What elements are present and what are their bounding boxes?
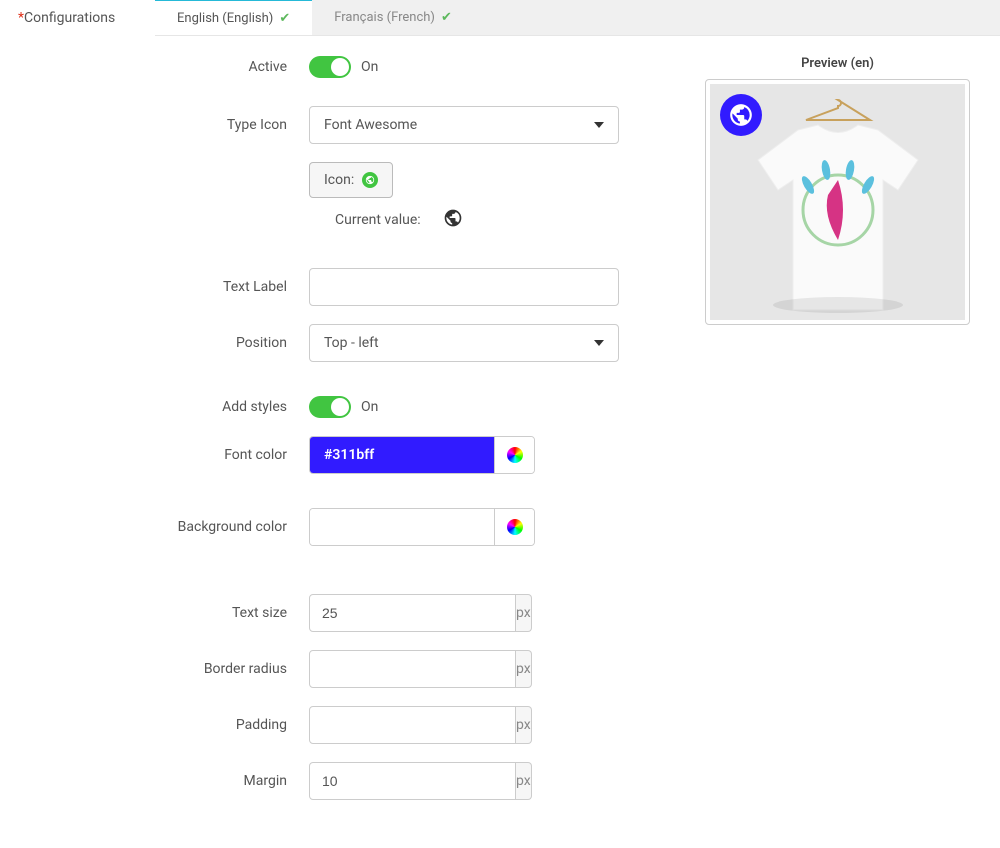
unit-px: px bbox=[516, 650, 532, 688]
add-styles-toggle[interactable] bbox=[309, 396, 351, 418]
check-icon: ✔ bbox=[441, 10, 452, 25]
padding-input[interactable] bbox=[309, 706, 516, 744]
current-value-label: Current value: bbox=[335, 212, 421, 228]
text-size-input[interactable] bbox=[309, 594, 516, 632]
language-tabs: English (English) ✔ Français (French) ✔ bbox=[155, 0, 1000, 36]
tab-label: Français (French) bbox=[334, 10, 435, 25]
font-color-swatch[interactable]: #311bff bbox=[310, 437, 494, 473]
margin-label: Margin bbox=[155, 773, 309, 789]
type-icon-label: Type Icon bbox=[155, 117, 309, 133]
text-label-label: Text Label bbox=[155, 279, 309, 295]
color-wheel-icon bbox=[507, 519, 523, 535]
left-sidebar: *Configurations bbox=[0, 0, 155, 848]
font-color-picker-button[interactable] bbox=[494, 437, 534, 473]
font-color-value: #311bff bbox=[324, 447, 374, 463]
chevron-down-icon bbox=[594, 122, 604, 128]
border-radius-input[interactable] bbox=[309, 650, 516, 688]
hanger-icon bbox=[798, 98, 878, 122]
padding-label: Padding bbox=[155, 717, 309, 733]
unit-px: px bbox=[516, 594, 532, 632]
unit-px: px bbox=[516, 762, 532, 800]
add-styles-state: On bbox=[361, 399, 378, 415]
background-color-label: Background color bbox=[155, 519, 309, 535]
position-label: Position bbox=[155, 335, 309, 351]
icon-picker-button[interactable]: Icon: bbox=[309, 162, 393, 198]
tab-french[interactable]: Français (French) ✔ bbox=[312, 0, 474, 35]
active-label: Active bbox=[155, 59, 309, 75]
chevron-down-icon bbox=[594, 340, 604, 346]
active-state: On bbox=[361, 59, 378, 75]
color-wheel-icon bbox=[507, 447, 523, 463]
bg-color-picker-button[interactable] bbox=[494, 509, 534, 545]
unit-px: px bbox=[516, 706, 532, 744]
sidebar-title: Configurations bbox=[24, 10, 115, 26]
icon-button-label: Icon: bbox=[324, 172, 354, 188]
preview-box bbox=[705, 79, 970, 325]
globe-icon bbox=[443, 208, 463, 232]
tab-english[interactable]: English (English) ✔ bbox=[155, 0, 312, 35]
type-icon-value: Font Awesome bbox=[324, 117, 417, 133]
tshirt-icon bbox=[748, 120, 928, 320]
position-value: Top - left bbox=[324, 335, 379, 351]
text-label-input[interactable] bbox=[309, 268, 619, 306]
margin-input[interactable] bbox=[309, 762, 516, 800]
tab-label: English (English) bbox=[177, 11, 273, 26]
globe-icon bbox=[362, 172, 378, 188]
preview-title: Preview (en) bbox=[705, 56, 970, 71]
text-size-label: Text size bbox=[155, 605, 309, 621]
border-radius-label: Border radius bbox=[155, 661, 309, 677]
add-styles-label: Add styles bbox=[155, 399, 309, 415]
type-icon-select[interactable]: Font Awesome bbox=[309, 106, 619, 144]
font-color-label: Font color bbox=[155, 447, 309, 463]
active-toggle[interactable] bbox=[309, 56, 351, 78]
bg-color-swatch[interactable] bbox=[310, 509, 494, 545]
check-icon: ✔ bbox=[279, 11, 290, 26]
position-select[interactable]: Top - left bbox=[309, 324, 619, 362]
